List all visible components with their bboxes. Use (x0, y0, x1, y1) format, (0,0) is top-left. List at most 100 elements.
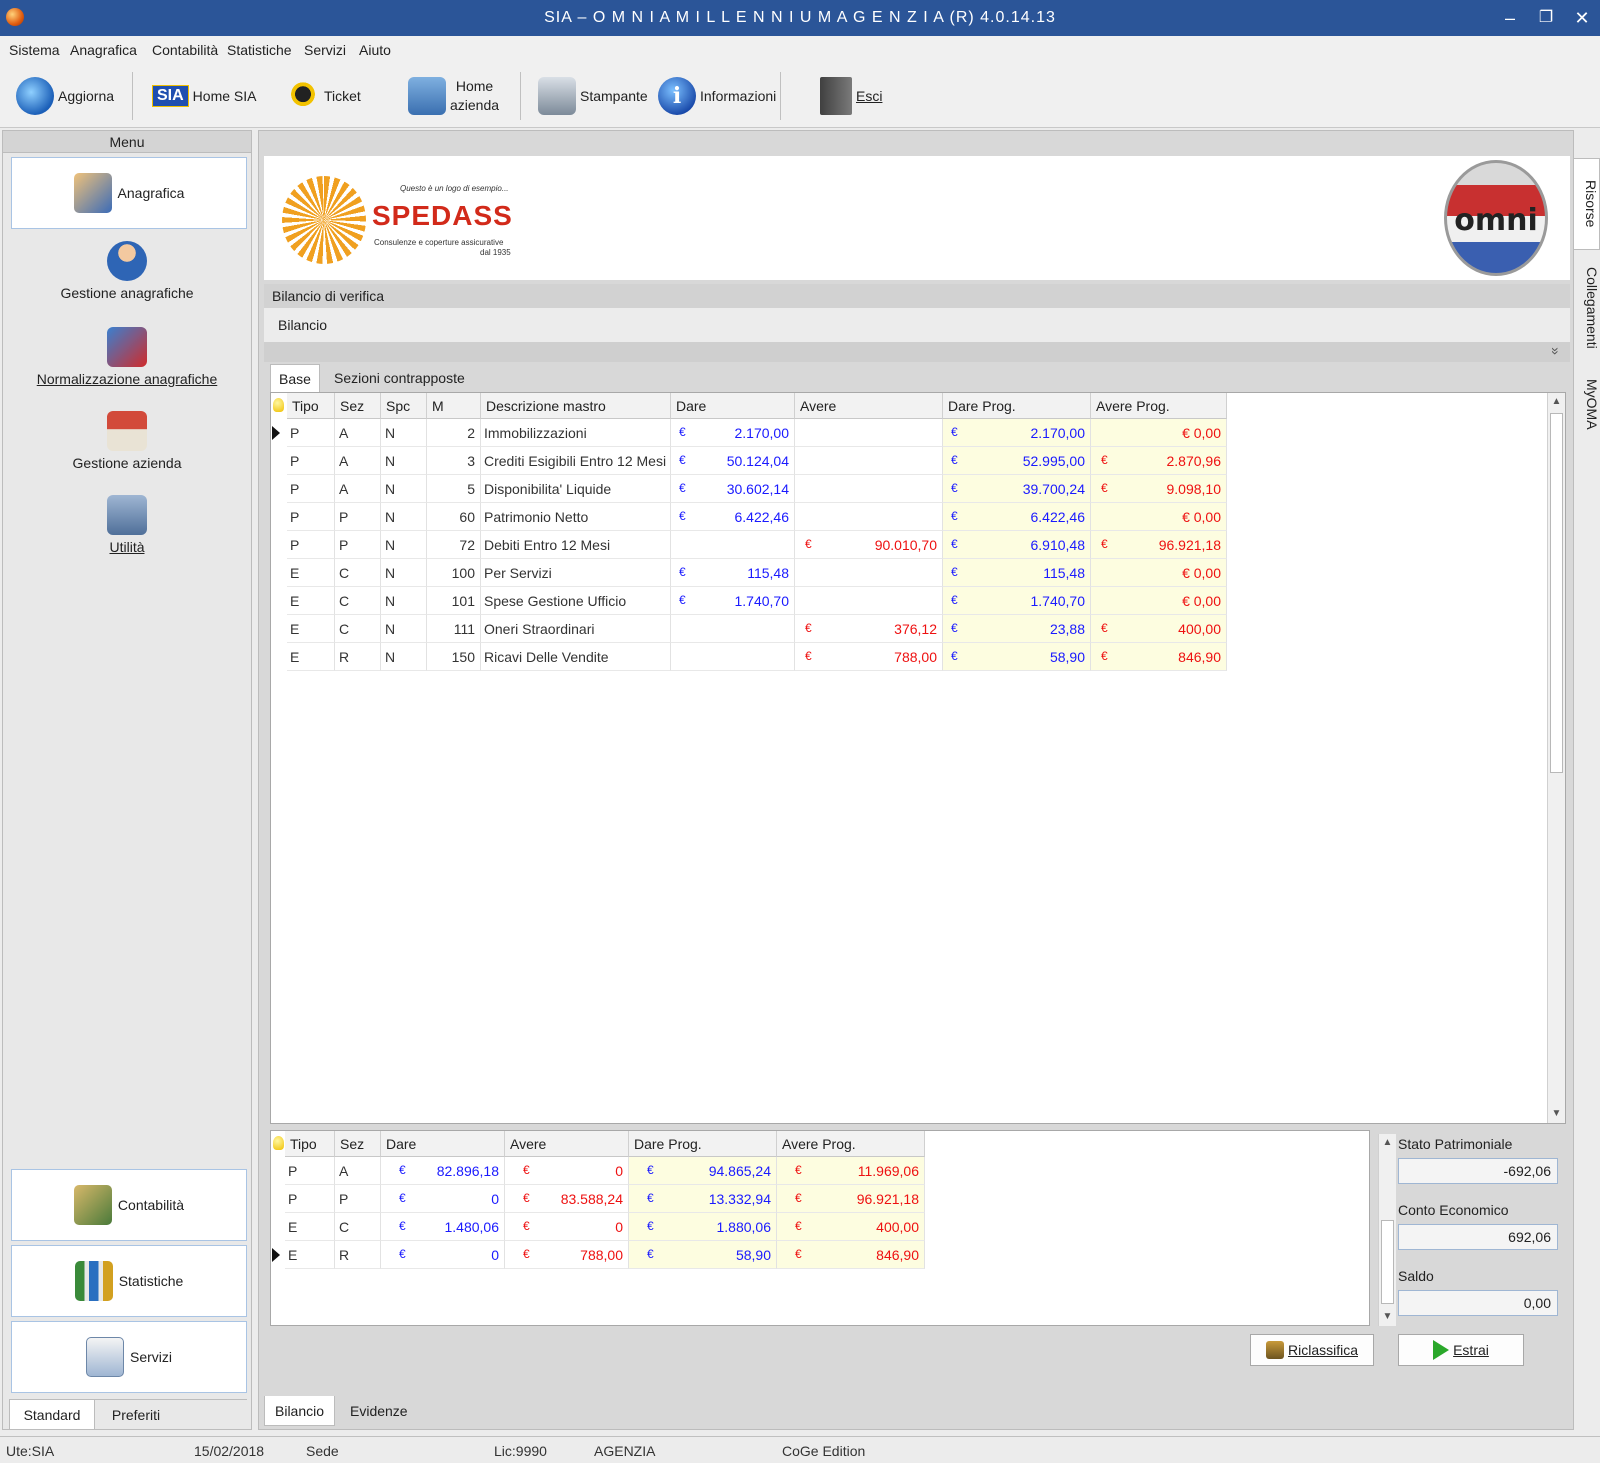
contabilita-section-button[interactable]: Contabilità (11, 1169, 247, 1241)
cell-spc[interactable]: N (381, 419, 427, 447)
tab-standard[interactable]: Standard (9, 1400, 95, 1430)
cell-tipo[interactable]: E (287, 643, 335, 671)
menu-servizi[interactable]: Servizi (304, 42, 346, 58)
cell-dare[interactable]: 115,48 (671, 559, 795, 587)
tab-evidenze[interactable]: Evidenze (340, 1396, 418, 1426)
cell-spc[interactable]: N (381, 615, 427, 643)
cell-dare[interactable] (671, 615, 795, 643)
cell-dare-prog[interactable]: 23,88 (943, 615, 1091, 643)
scroll-down-icon[interactable]: ▼ (1379, 1308, 1396, 1326)
column-header-spc[interactable]: Spc (381, 393, 427, 419)
column-header-tipo[interactable]: Tipo (285, 1131, 335, 1157)
cell-descrizione[interactable]: Spese Gestione Ufficio (481, 587, 671, 615)
cell-descrizione[interactable]: Disponibilita' Liquide (481, 475, 671, 503)
tab-collegamenti[interactable]: Collegamenti (1574, 256, 1600, 360)
tab-risorse[interactable]: Risorse (1574, 158, 1600, 250)
cell-sez[interactable]: A (335, 1157, 381, 1185)
summary-vertical-scrollbar[interactable]: ▲ ▼ (1378, 1134, 1396, 1326)
cell-spc[interactable]: N (381, 447, 427, 475)
cell-mastro[interactable]: 111 (427, 615, 481, 643)
cell-avere[interactable] (795, 447, 943, 475)
restore-button[interactable]: ❐ (1532, 6, 1560, 30)
cell-spc[interactable]: N (381, 503, 427, 531)
cell-descrizione[interactable]: Immobilizzazioni (481, 419, 671, 447)
tab-preferiti[interactable]: Preferiti (101, 1400, 171, 1430)
column-header-avere[interactable]: Avere (795, 393, 943, 419)
cell-dare[interactable]: 50.124,04 (671, 447, 795, 475)
cell-descrizione[interactable]: Crediti Esigibili Entro 12 Mesi (481, 447, 671, 475)
cell-descrizione[interactable]: Per Servizi (481, 559, 671, 587)
utilita-item[interactable]: Utilità (11, 495, 243, 555)
statistiche-section-button[interactable]: Statistiche (11, 1245, 247, 1317)
cell-mastro[interactable]: 2 (427, 419, 481, 447)
vertical-scrollbar[interactable]: ▲ ▼ (1547, 393, 1565, 1123)
cell-sez[interactable]: A (335, 419, 381, 447)
cell-sez[interactable]: P (335, 1185, 381, 1213)
cell-descrizione[interactable]: Oneri Straordinari (481, 615, 671, 643)
cell-avere-prog[interactable]: 846,90 (1091, 643, 1227, 671)
column-header-avere-prog-[interactable]: Avere Prog. (777, 1131, 925, 1157)
filter-collapse-bar[interactable]: » (264, 342, 1570, 362)
minimize-button[interactable]: – (1496, 6, 1524, 30)
cell-mastro[interactable]: 3 (427, 447, 481, 475)
cell-tipo[interactable]: E (285, 1241, 335, 1269)
cell-avere[interactable] (795, 559, 943, 587)
cell-dare-prog[interactable]: 39.700,24 (943, 475, 1091, 503)
tab-sezioni-contrapposte[interactable]: Sezioni contrapposte (326, 364, 473, 392)
estrai-button[interactable]: Estrai (1398, 1334, 1524, 1366)
cell-avere-prog[interactable]: 9.098,10 (1091, 475, 1227, 503)
cell-avere[interactable] (795, 503, 943, 531)
cell-avere[interactable] (795, 475, 943, 503)
cell-tipo[interactable]: P (287, 447, 335, 475)
menu-anagrafica[interactable]: Anagrafica (70, 42, 137, 58)
column-header-dare-prog-[interactable]: Dare Prog. (943, 393, 1091, 419)
cell-sez[interactable]: C (335, 1213, 381, 1241)
cell-avere[interactable]: 788,00 (795, 643, 943, 671)
cell-descrizione[interactable]: Debiti Entro 12 Mesi (481, 531, 671, 559)
anagrafica-section-button[interactable]: Anagrafica (11, 157, 247, 229)
menu-contabilita[interactable]: Contabilità (152, 42, 218, 58)
cell-tipo[interactable]: P (287, 531, 335, 559)
cell-avere-prog[interactable]: 96.921,18 (1091, 531, 1227, 559)
esci-button[interactable]: Esci (820, 70, 882, 122)
cell-spc[interactable]: N (381, 531, 427, 559)
cell-mastro[interactable]: 100 (427, 559, 481, 587)
close-button[interactable]: ✕ (1568, 6, 1596, 30)
cell-spc[interactable]: N (381, 587, 427, 615)
cell-dare[interactable]: 2.170,00 (671, 419, 795, 447)
cell-avere-prog[interactable]: 2.870,96 (1091, 447, 1227, 475)
cell-sez[interactable]: C (335, 559, 381, 587)
tab-bilancio[interactable]: Bilancio (264, 1396, 336, 1426)
cell-sez[interactable]: C (335, 615, 381, 643)
cell-avere-prog[interactable]: € 0,00 (1091, 503, 1227, 531)
cell-avere[interactable]: 376,12 (795, 615, 943, 643)
cell-sez[interactable]: C (335, 587, 381, 615)
column-header-m[interactable]: M (427, 393, 481, 419)
normalizzazione-item[interactable]: Normalizzazione anagrafiche (11, 327, 243, 387)
scroll-thumb[interactable] (1550, 413, 1563, 773)
cell-sez[interactable]: R (335, 643, 381, 671)
stampante-button[interactable]: Stampante (538, 70, 648, 122)
menu-aiuto[interactable]: Aiuto (359, 42, 391, 58)
cell-avere-prog[interactable]: 400,00 (1091, 615, 1227, 643)
cell-sez[interactable]: R (335, 1241, 381, 1269)
scroll-thumb[interactable] (1381, 1220, 1394, 1304)
cell-sez[interactable]: P (335, 531, 381, 559)
column-header-dare[interactable]: Dare (381, 1131, 505, 1157)
cell-spc[interactable]: N (381, 475, 427, 503)
cell-dare-prog[interactable]: 2.170,00 (943, 419, 1091, 447)
cell-tipo[interactable]: E (287, 587, 335, 615)
cell-tipo[interactable]: P (287, 419, 335, 447)
column-header-avere[interactable]: Avere (505, 1131, 629, 1157)
cell-avere[interactable]: 90.010,70 (795, 531, 943, 559)
cell-tipo[interactable]: P (285, 1185, 335, 1213)
cell-sez[interactable]: A (335, 447, 381, 475)
column-header-dare-prog-[interactable]: Dare Prog. (629, 1131, 777, 1157)
gestione-azienda-item[interactable]: Gestione azienda (11, 411, 243, 471)
cell-tipo[interactable]: E (287, 559, 335, 587)
tab-myoma[interactable]: MyOMA (1574, 372, 1600, 436)
home-sia-button[interactable]: SIA Home SIA (152, 70, 256, 122)
servizi-section-button[interactable]: Servizi (11, 1321, 247, 1393)
cell-avere-prog[interactable]: € 0,00 (1091, 419, 1227, 447)
cell-dare[interactable] (671, 643, 795, 671)
